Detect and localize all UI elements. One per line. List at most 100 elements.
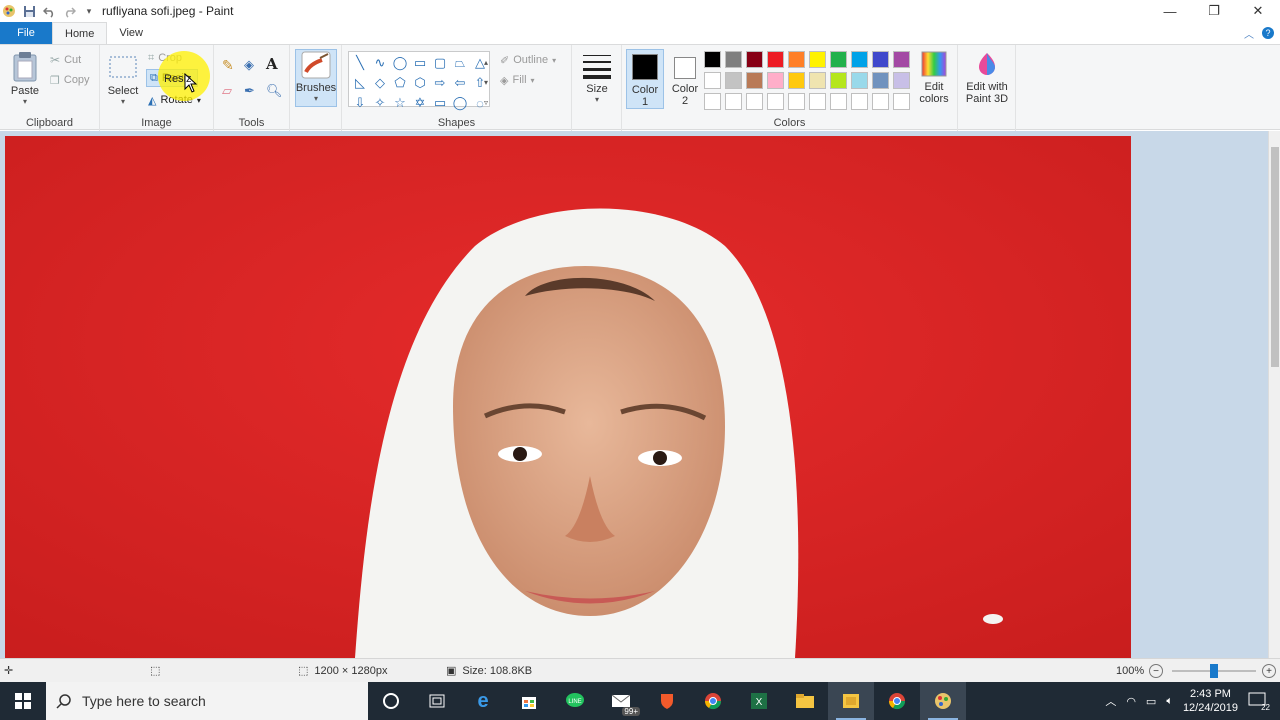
file-explorer-icon[interactable] bbox=[782, 682, 828, 720]
eraser-icon[interactable]: ▱ bbox=[222, 83, 232, 99]
store-icon[interactable] bbox=[506, 682, 552, 720]
fill-bucket-icon[interactable]: ◈ bbox=[244, 57, 254, 73]
palette-swatch[interactable] bbox=[746, 51, 763, 68]
color-picker-icon[interactable]: ✒ bbox=[244, 83, 255, 99]
right-arrow-shape-icon[interactable]: ⇨ bbox=[431, 74, 449, 92]
text-icon[interactable]: A bbox=[266, 55, 278, 73]
help-icon[interactable]: ? bbox=[1262, 27, 1274, 39]
rounded-rectangle-shape-icon[interactable]: ▢ bbox=[431, 54, 449, 72]
palette-swatch[interactable] bbox=[809, 72, 826, 89]
edge-browser-icon[interactable]: e bbox=[460, 682, 506, 720]
palette-swatch[interactable] bbox=[746, 72, 763, 89]
palette-swatch[interactable] bbox=[725, 51, 742, 68]
chrome-profile-icon[interactable] bbox=[874, 682, 920, 720]
cortana-icon[interactable] bbox=[368, 682, 414, 720]
palette-swatch[interactable] bbox=[893, 72, 910, 89]
line-app-icon[interactable]: LINE bbox=[552, 682, 598, 720]
rectangle-shape-icon[interactable]: ▭ bbox=[411, 54, 429, 72]
brave-browser-icon[interactable] bbox=[644, 682, 690, 720]
notification-center-icon[interactable]: 22 bbox=[1248, 692, 1270, 712]
color1-button[interactable]: Color 1 bbox=[626, 49, 664, 109]
edit-with-paint3d-button[interactable]: Edit with Paint 3D bbox=[962, 51, 1012, 105]
paint-taskbar-icon[interactable] bbox=[920, 682, 966, 720]
palette-swatch[interactable] bbox=[704, 93, 721, 110]
shapes-scroll-icon[interactable]: ▴ ▾ ▿ bbox=[484, 53, 488, 113]
size-button[interactable]: Size ▾ bbox=[578, 51, 616, 104]
paint-app-icon[interactable] bbox=[2, 4, 16, 18]
show-hidden-icons-icon[interactable]: ︿ bbox=[1105, 693, 1116, 709]
left-arrow-shape-icon[interactable]: ⇦ bbox=[451, 74, 469, 92]
right-triangle-shape-icon[interactable]: ◺ bbox=[351, 74, 369, 92]
palette-swatch[interactable] bbox=[851, 93, 868, 110]
fill-button[interactable]: ◈ Fill ▾ bbox=[500, 71, 535, 89]
zoom-out-button[interactable]: − bbox=[1149, 664, 1163, 678]
collapse-ribbon-icon[interactable]: ︿ bbox=[1244, 26, 1254, 41]
mail-icon[interactable]: 99+ bbox=[598, 682, 644, 720]
palette-swatch[interactable] bbox=[830, 72, 847, 89]
palette-swatch[interactable] bbox=[830, 51, 847, 68]
hexagon-shape-icon[interactable]: ⬡ bbox=[411, 74, 429, 92]
shapes-gallery[interactable]: ╲ ∿ ◯ ▭ ▢ ⏢ △ ◺ ◇ ⬠ ⬡ ⇨ ⇦ ⇧ ⇩ ✧ ☆ ✡ ▭ ◯ … bbox=[348, 51, 490, 111]
minimize-button[interactable]: — bbox=[1148, 0, 1192, 22]
folder-app-icon[interactable] bbox=[828, 682, 874, 720]
six-point-star-shape-icon[interactable]: ✡ bbox=[411, 94, 429, 112]
palette-swatch[interactable] bbox=[725, 93, 742, 110]
four-point-star-shape-icon[interactable]: ✧ bbox=[371, 94, 389, 112]
palette-swatch[interactable] bbox=[704, 72, 721, 89]
palette-swatch[interactable] bbox=[872, 72, 889, 89]
palette-swatch[interactable] bbox=[788, 72, 805, 89]
palette-swatch[interactable] bbox=[746, 93, 763, 110]
paste-button[interactable]: Paste ▾ bbox=[8, 51, 42, 106]
excel-icon[interactable]: X bbox=[736, 682, 782, 720]
redo-icon[interactable] bbox=[62, 4, 76, 18]
down-arrow-shape-icon[interactable]: ⇩ bbox=[351, 94, 369, 112]
zoom-slider-thumb[interactable] bbox=[1210, 664, 1218, 678]
vertical-scrollbar-thumb[interactable] bbox=[1271, 147, 1279, 367]
palette-swatch[interactable] bbox=[809, 93, 826, 110]
wifi-icon[interactable]: ◠ bbox=[1126, 695, 1136, 708]
curve-shape-icon[interactable]: ∿ bbox=[371, 54, 389, 72]
pentagon-shape-icon[interactable]: ⬠ bbox=[391, 74, 409, 92]
tab-home[interactable]: Home bbox=[52, 22, 108, 44]
taskbar-search-box[interactable]: Type here to search bbox=[46, 682, 368, 720]
palette-swatch[interactable] bbox=[767, 93, 784, 110]
palette-swatch[interactable] bbox=[851, 72, 868, 89]
undo-icon[interactable] bbox=[42, 4, 56, 18]
pencil-icon[interactable]: ✎ bbox=[222, 57, 234, 74]
callout-oval-shape-icon[interactable]: ◯ bbox=[451, 94, 469, 112]
select-button[interactable]: Select ▾ bbox=[106, 53, 140, 106]
maximize-button[interactable]: ❐ bbox=[1192, 0, 1236, 22]
task-view-icon[interactable] bbox=[414, 682, 460, 720]
palette-swatch[interactable] bbox=[788, 51, 805, 68]
battery-icon[interactable]: ▭ bbox=[1146, 695, 1156, 708]
clock[interactable]: 2:43 PM 12/24/2019 bbox=[1183, 687, 1238, 715]
tab-file[interactable]: File bbox=[0, 22, 52, 44]
palette-swatch[interactable] bbox=[872, 93, 889, 110]
volume-icon[interactable]: 🔈︎ bbox=[1166, 695, 1173, 708]
brushes-button[interactable]: Brushes ▾ bbox=[295, 49, 337, 107]
five-point-star-shape-icon[interactable]: ☆ bbox=[391, 94, 409, 112]
edit-colors-button[interactable]: Edit colors bbox=[914, 51, 954, 105]
copy-button[interactable]: ❐ Copy bbox=[50, 71, 90, 89]
palette-swatch[interactable] bbox=[725, 72, 742, 89]
chrome-icon[interactable] bbox=[690, 682, 736, 720]
palette-swatch[interactable] bbox=[809, 51, 826, 68]
palette-swatch[interactable] bbox=[704, 51, 721, 68]
zoom-in-button[interactable]: + bbox=[1262, 664, 1276, 678]
palette-swatch[interactable] bbox=[830, 93, 847, 110]
customize-toolbar-chevron-icon[interactable]: ▾ bbox=[82, 4, 96, 18]
canvas-workspace[interactable] bbox=[0, 131, 1268, 658]
palette-swatch[interactable] bbox=[767, 51, 784, 68]
oval-shape-icon[interactable]: ◯ bbox=[391, 54, 409, 72]
palette-swatch[interactable] bbox=[893, 51, 910, 68]
close-button[interactable]: ✕ bbox=[1236, 0, 1280, 22]
polygon-shape-icon[interactable]: ⏢ bbox=[451, 54, 469, 72]
color2-button[interactable]: Color 2 bbox=[668, 49, 702, 109]
save-icon[interactable] bbox=[22, 4, 36, 18]
start-button[interactable] bbox=[0, 682, 46, 720]
image-canvas[interactable] bbox=[5, 136, 1131, 658]
callout-rect-shape-icon[interactable]: ▭ bbox=[431, 94, 449, 112]
cut-button[interactable]: ✂ Cut bbox=[50, 51, 81, 69]
palette-swatch[interactable] bbox=[872, 51, 889, 68]
line-shape-icon[interactable]: ╲ bbox=[351, 54, 369, 72]
